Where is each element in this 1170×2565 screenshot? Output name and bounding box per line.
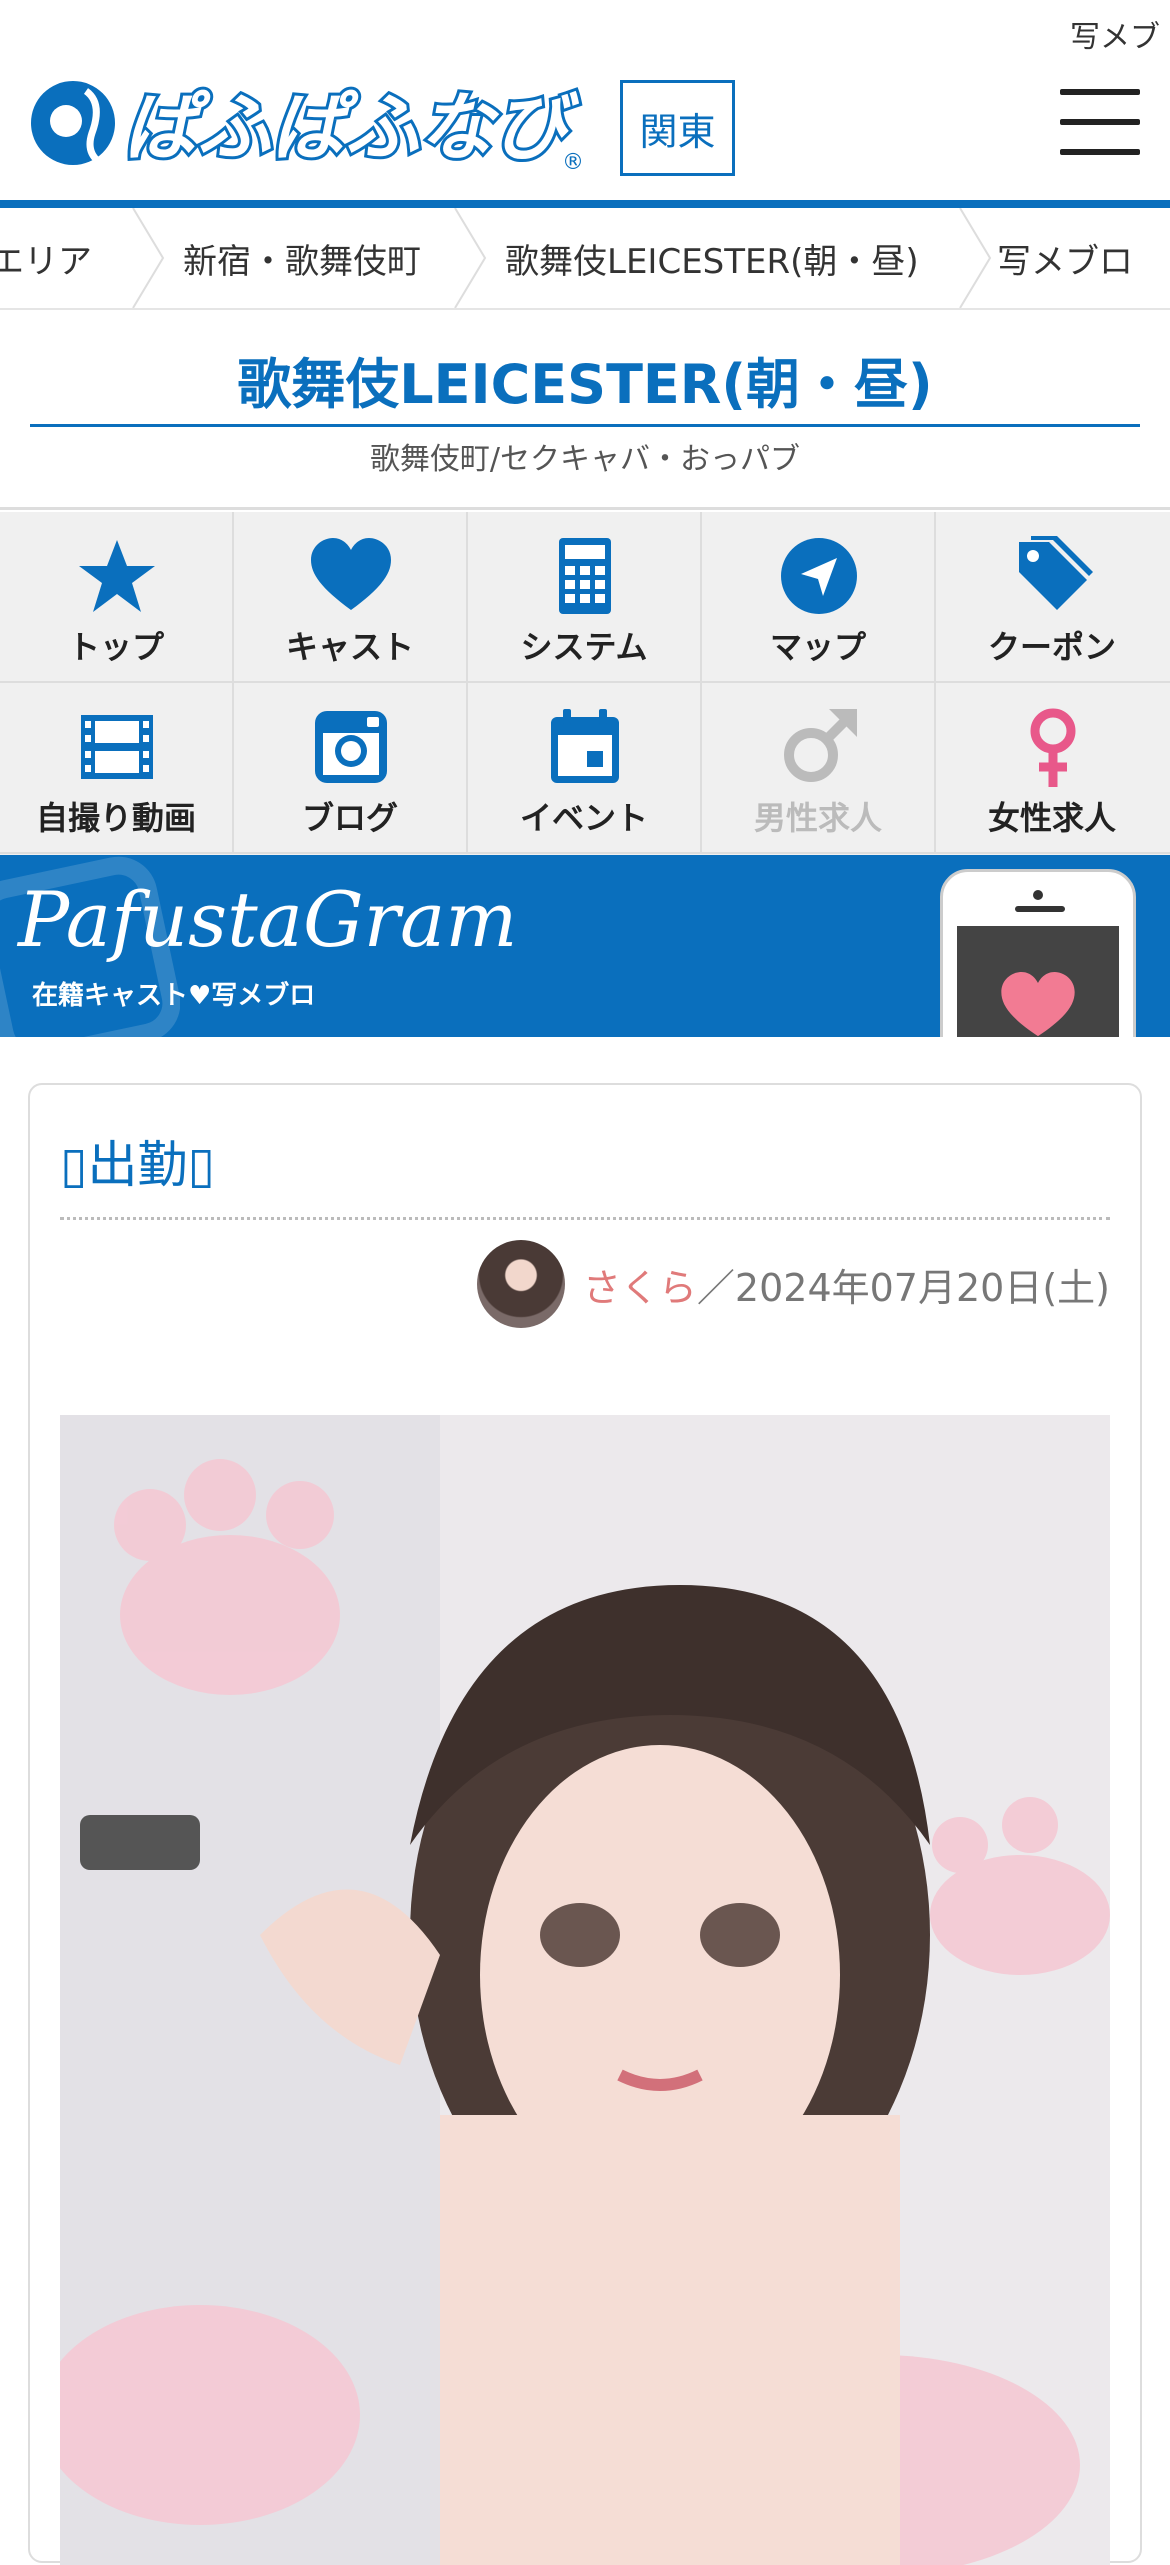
shop-nav-grid: トップ キャスト システム マップ クーポン 自撮り動画 ブログ イベント 男性… [0,512,1170,855]
menu-icon[interactable] [1060,85,1140,160]
shop-name-underline [30,424,1140,427]
calendar-icon [551,709,619,783]
nav-blog[interactable]: ブログ [234,683,468,854]
male-icon [784,709,857,782]
top-bar: 写メブ [0,0,1170,55]
breadcrumb-separator-icon [132,208,165,308]
post-author[interactable]: さくら [583,1257,697,1312]
nav-cast[interactable]: キャスト [234,512,468,683]
nav-female-recruit[interactable]: 女性求人 [936,683,1170,854]
nav-label: トップ [67,628,164,666]
nav-label: クーポン [987,628,1116,666]
breadcrumb-shop[interactable]: 歌舞伎LEICESTER(朝・昼) [505,208,919,308]
nav-label: ブログ [301,799,398,837]
logo-text: ぱふぱふなび [123,85,580,171]
site-logo[interactable]: ぱふぱふなび ® [28,73,608,173]
breadcrumb-separator-icon [454,208,487,308]
star-icon [79,540,155,612]
site-header: ぱふぱふなび ® 関東 [0,55,1170,200]
breadcrumb: エリア 新宿・歌舞伎町 歌舞伎LEICESTER(朝・昼) 写メブロ [0,208,1170,310]
phone-illustration [940,869,1136,1037]
banner-title: PafustaGram [18,875,518,964]
post-meta: さくら ／ 2024年07月20日(土) [476,1240,1110,1328]
nav-label: 自撮り動画 [35,799,196,837]
phone-heart-icon [1001,972,1075,1037]
nav-label: マップ [769,628,866,666]
tag-icon [1019,536,1093,610]
breadcrumb-shinjuku[interactable]: 新宿・歌舞伎町 [183,208,421,308]
shop-category: 歌舞伎町/セクキャバ・おっパブ [369,442,801,477]
header-divider [0,200,1170,208]
breadcrumb-area[interactable]: エリア [0,208,92,308]
svg-text:®: ® [562,150,584,173]
nav-coupon[interactable]: クーポン [936,512,1170,683]
nav-label: キャスト [285,628,414,666]
post-title[interactable]: ▯出勤▯ [60,1125,215,1197]
nav-label: システム [520,628,648,666]
nav-event[interactable]: イベント [468,683,702,854]
navigation-icon [781,538,857,614]
nav-system[interactable]: システム [468,512,702,683]
calculator-icon [559,538,611,614]
post-meta-separator: ／ [696,1265,735,1310]
avatar[interactable] [476,1240,565,1328]
shop-name[interactable]: 歌舞伎LEICESTER(朝・昼) [0,340,1170,419]
nav-map[interactable]: マップ [702,512,936,683]
page-title-fragment: 写メブ [1070,20,1160,55]
film-icon [81,715,153,779]
nav-label: 女性求人 [987,799,1116,837]
blog-post-card: ▯出勤▯ さくら ／ 2024年07月20日(土) [28,1083,1142,2565]
breadcrumb-current: 写メブロ [997,241,1133,282]
post-title-divider [60,1217,1110,1220]
nav-top[interactable]: トップ [0,512,234,683]
nav-label: 男性求人 [753,799,882,837]
nav-male-recruit[interactable]: 男性求人 [702,683,936,854]
pafustagram-banner[interactable]: PafustaGram 在籍キャスト♥写メブロ [0,855,1170,1037]
instagram-icon [315,711,387,783]
heart-icon [311,538,391,610]
female-icon [1030,708,1076,787]
breadcrumb-separator-icon [959,208,992,308]
region-selector[interactable]: 関東 [620,80,735,176]
post-date: 2024年07月20日(土) [734,1265,1110,1310]
nav-selfie-video[interactable]: 自撮り動画 [0,683,234,854]
banner-subtitle: 在籍キャスト♥写メブロ [32,981,316,1011]
shop-header: 歌舞伎LEICESTER(朝・昼) 歌舞伎町/セクキャバ・おっパブ [0,312,1170,510]
post-photo[interactable] [60,1415,1110,2565]
nav-label: イベント [519,799,648,837]
